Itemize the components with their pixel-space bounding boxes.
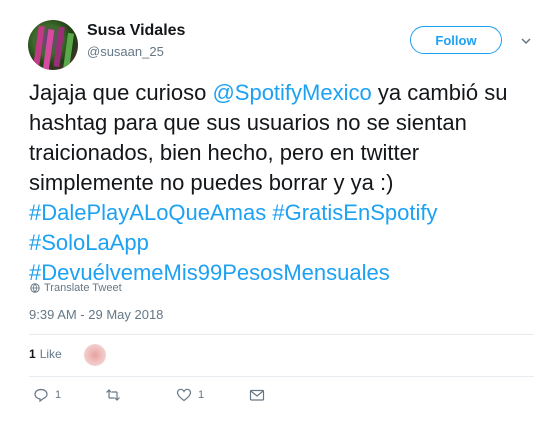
reply-button[interactable]: 1 xyxy=(33,387,61,403)
likes-count: 1 xyxy=(29,347,36,361)
avatar[interactable] xyxy=(28,20,78,70)
tweet-text-part: Jajaja que curioso xyxy=(29,80,213,105)
mention-link[interactable]: @SpotifyMexico xyxy=(212,80,371,105)
tweet-actions: 1 1 xyxy=(29,387,329,407)
follow-button[interactable]: Follow xyxy=(410,26,502,54)
liker-avatar[interactable] xyxy=(84,344,106,366)
like-button[interactable]: 1 xyxy=(176,387,204,403)
tweet-text: Jajaja que curioso @SpotifyMexico ya cam… xyxy=(29,78,534,288)
user-handle[interactable]: @susaan_25 xyxy=(87,44,164,59)
heart-icon xyxy=(176,387,192,403)
tweet-timestamp[interactable]: 9:39 AM - 29 May 2018 xyxy=(29,307,163,322)
likes-label: Like xyxy=(39,347,62,361)
reply-count: 1 xyxy=(55,389,62,401)
globe-icon xyxy=(30,283,40,293)
retweet-button[interactable] xyxy=(105,387,127,403)
translate-tweet[interactable]: Translate Tweet xyxy=(30,282,122,294)
translate-label: Translate Tweet xyxy=(44,282,122,294)
divider xyxy=(29,334,534,335)
direct-message-button[interactable] xyxy=(249,387,265,403)
chevron-down-icon[interactable] xyxy=(520,35,532,47)
divider xyxy=(29,376,534,377)
like-count: 1 xyxy=(198,389,205,401)
likes-summary[interactable]: 1 Like xyxy=(29,347,62,361)
hashtag-link[interactable]: #SoloLaApp xyxy=(29,230,149,255)
hashtag-link[interactable]: #GratisEnSpotify xyxy=(272,200,437,225)
retweet-icon xyxy=(105,387,121,403)
reply-icon xyxy=(33,387,49,403)
envelope-icon xyxy=(249,387,265,403)
display-name[interactable]: Susa Vidales xyxy=(87,22,185,40)
hashtag-link[interactable]: #DalePlayALoQueAmas xyxy=(29,200,266,225)
